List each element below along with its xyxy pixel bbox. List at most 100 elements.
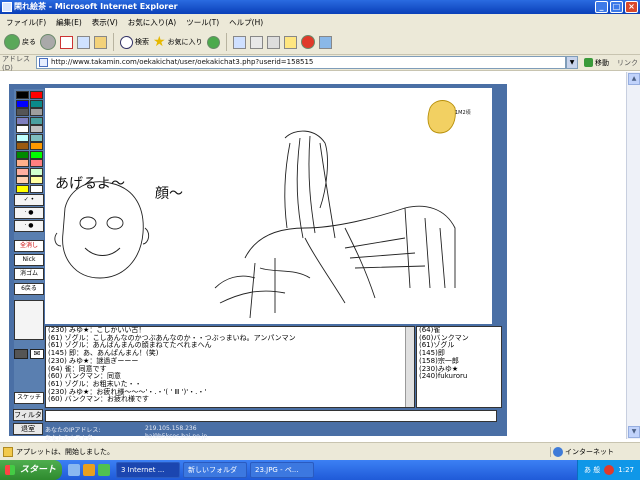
palette-swatch[interactable]: [16, 150, 29, 159]
back-button[interactable]: 戻る: [4, 34, 36, 50]
palette-swatch[interactable]: [16, 142, 29, 150]
palette-swatch[interactable]: [30, 184, 43, 193]
menu-edit[interactable]: 編集(E): [56, 17, 82, 28]
opacity-slider[interactable]: [14, 300, 44, 340]
drawing-canvas[interactable]: あげるよ～ 顔～ 1M2頃: [45, 88, 492, 324]
mail-envelope-icon[interactable]: ✉: [30, 349, 44, 359]
maximize-button[interactable]: □: [610, 1, 623, 13]
task-paint[interactable]: 23.JPG - ペ...: [250, 462, 314, 478]
scroll-up-button[interactable]: ▲: [628, 73, 640, 85]
toolbar: 戻る 検索 ★ お気に入り: [0, 30, 640, 55]
palette-swatch[interactable]: [30, 116, 43, 125]
star-icon: ★: [153, 34, 166, 50]
windows-logo-icon: [5, 465, 15, 475]
palette-swatch[interactable]: [16, 99, 29, 108]
palette-swatch[interactable]: [30, 91, 43, 99]
user-list[interactable]: (64)雀 (60)バンクマン (61)ゾグル (145)即 (158)宗一郎 …: [416, 326, 502, 408]
menu-view[interactable]: 表示(V): [92, 17, 118, 28]
palette-swatch[interactable]: [16, 125, 29, 133]
quick-launch: [62, 464, 116, 476]
palette-swatch[interactable]: [30, 167, 43, 176]
palette-swatch[interactable]: [30, 108, 43, 116]
tray-app-icon[interactable]: [604, 465, 615, 475]
go-button[interactable]: 移動: [584, 58, 609, 68]
menu-favorites[interactable]: お気に入り(A): [128, 17, 176, 28]
menu-help[interactable]: ヘルプ(H): [229, 17, 263, 28]
nick-button[interactable]: Nick: [14, 254, 44, 266]
refresh-icon[interactable]: [77, 35, 90, 49]
task-folder[interactable]: 新しいフォルダ: [183, 462, 247, 478]
taskbar: スタート 3 Internet ... 新しいフォルダ 23.JPG - ペ..…: [0, 460, 640, 480]
menu-file[interactable]: ファイル(F): [6, 17, 46, 28]
desktop-launch-icon[interactable]: [98, 464, 110, 476]
security-zone: インターネット: [550, 446, 640, 457]
palette-swatch[interactable]: [30, 99, 43, 108]
pen-size-2[interactable]: · ●: [14, 207, 44, 219]
ime-indicator[interactable]: あ 般: [584, 465, 600, 475]
clock: 1:27: [618, 466, 634, 474]
palette-swatch[interactable]: [16, 133, 29, 142]
media-launch-icon[interactable]: [83, 464, 95, 476]
chat-line: (60) バンクマン：お疲れ様です: [48, 395, 149, 404]
task-ie[interactable]: 3 Internet ...: [116, 462, 180, 478]
messenger-icon[interactable]: [318, 35, 332, 49]
minimize-button[interactable]: _: [595, 1, 608, 13]
menu-tools[interactable]: ツール(T): [186, 17, 219, 28]
ip-value: 219.105.158.236: [145, 425, 197, 432]
start-button[interactable]: スタート: [0, 460, 62, 480]
clear-button[interactable]: 全消し: [14, 240, 44, 252]
palette-swatch[interactable]: [16, 116, 29, 125]
pen-size-1[interactable]: ✓ •: [14, 194, 44, 206]
palette-swatch[interactable]: [16, 167, 29, 176]
mail-icon[interactable]: [232, 35, 246, 49]
page-scrollbar[interactable]: ▲ ▼: [626, 72, 640, 439]
close-button[interactable]: ×: [625, 1, 638, 13]
palette-swatch[interactable]: [30, 142, 43, 150]
stop-icon[interactable]: [60, 35, 73, 49]
avatar-tag: 1M2頃: [455, 109, 471, 116]
print-icon[interactable]: [249, 35, 263, 49]
host-value: bai9b5kcec.bai.ne.jp: [145, 433, 208, 440]
title-bar: 閑れ絵茶 - Microsoft Internet Explorer _ □ ×: [0, 0, 640, 14]
search-button[interactable]: 検索: [120, 35, 149, 49]
ie-launch-icon[interactable]: [68, 464, 80, 476]
applet-icon: [3, 446, 13, 457]
palette-swatch[interactable]: [16, 91, 29, 99]
palette-swatch[interactable]: [30, 133, 43, 142]
home-icon[interactable]: [94, 35, 107, 49]
sketch-drawing: あげるよ～ 顔～ 1M2頃: [54, 100, 471, 319]
discuss-icon[interactable]: [283, 35, 297, 49]
scroll-down-button[interactable]: ▼: [628, 426, 640, 438]
toolbar-u-icon[interactable]: [300, 35, 315, 49]
user-item: (240)fukuroru: [419, 372, 468, 381]
filter-button[interactable]: フィルタ: [13, 409, 43, 421]
favorites-button[interactable]: ★ お気に入り: [153, 34, 203, 50]
palette-swatch[interactable]: [30, 176, 43, 184]
chat-log[interactable]: (230) みゆ★：こしかいい古！ (61) ゾグル：こしあんなのかつぶあんなの…: [45, 326, 415, 408]
links-button[interactable]: リンク: [617, 58, 638, 68]
palette-swatch[interactable]: [16, 184, 29, 193]
palette-swatch[interactable]: [16, 176, 29, 184]
back-arrow-icon: [4, 34, 20, 50]
sketch-button[interactable]: スケッチ: [14, 392, 44, 404]
edit-icon[interactable]: [266, 35, 280, 49]
palette-swatch[interactable]: [30, 159, 43, 167]
chat-scrollbar[interactable]: [405, 327, 414, 407]
host-info: あなたのホスト名: bai9b5kcec.bai.ne.jp: [45, 433, 207, 442]
address-label: アドレス(D): [2, 54, 30, 72]
palette-swatch[interactable]: [30, 150, 43, 159]
undo-button[interactable]: 6戻る: [14, 283, 44, 295]
palette-swatch[interactable]: [30, 125, 43, 133]
history-icon[interactable]: [206, 35, 220, 49]
chat-input[interactable]: [45, 410, 497, 422]
eraser-button[interactable]: 消ゴム: [14, 268, 44, 280]
address-dropdown[interactable]: ▼: [566, 56, 578, 69]
palette-swatch[interactable]: [16, 108, 29, 116]
palette-swatch[interactable]: [16, 159, 29, 167]
pen-size-3[interactable]: · ●: [14, 220, 44, 232]
address-input[interactable]: http://www.takamin.com/oekakichat/user/o…: [36, 56, 566, 69]
status-bar: アプレットは、開始しました。 インターネット: [0, 442, 640, 460]
status-text: アプレットは、開始しました。: [0, 446, 550, 457]
exit-button[interactable]: 退室: [13, 423, 43, 435]
forward-button[interactable]: [40, 34, 56, 50]
